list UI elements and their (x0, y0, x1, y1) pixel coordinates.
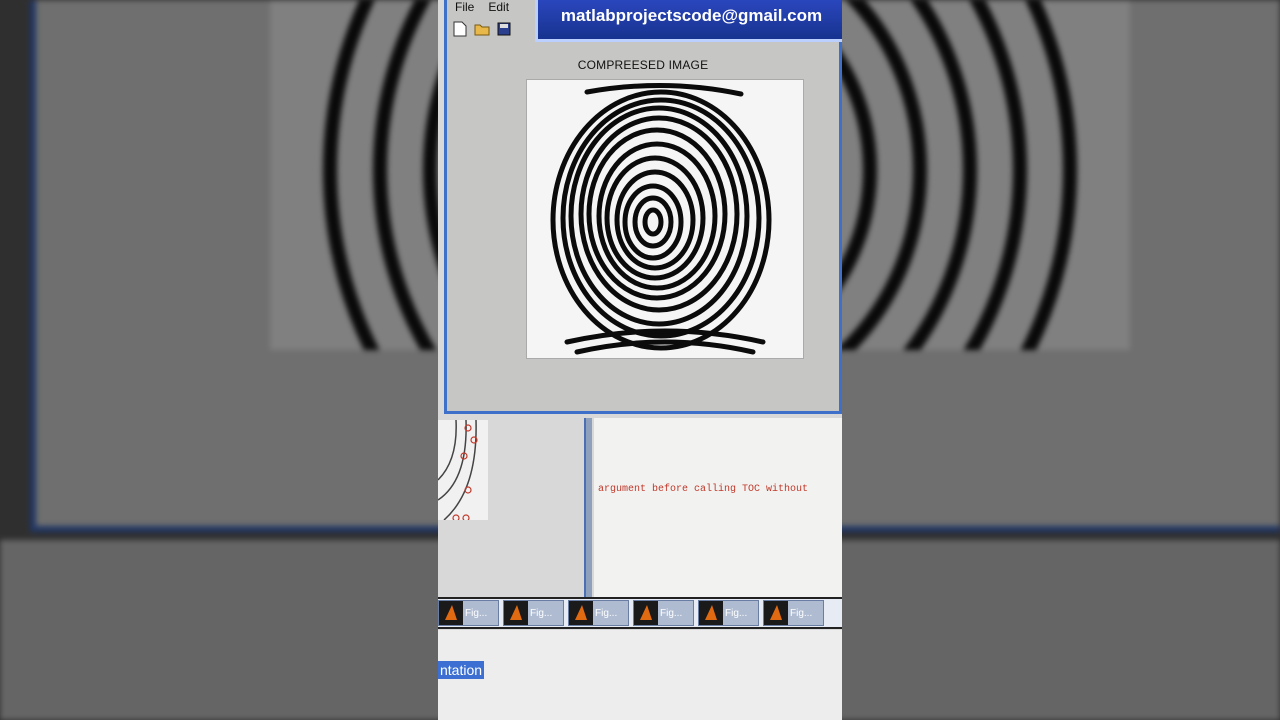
pane-divider[interactable] (584, 418, 592, 598)
taskbar-label: Fig... (725, 607, 748, 619)
taskbar: Fig... Fig... Fig... Fig... Fig... Fig..… (438, 597, 842, 629)
taskbar-label: Fig... (660, 607, 683, 619)
taskbar-label: Fig... (465, 607, 488, 619)
contact-banner: 096553209840 matlabprojectscode@gmail.co… (535, 0, 842, 42)
selected-text[interactable]: ntation (438, 661, 485, 679)
menu-file[interactable]: File (455, 0, 474, 18)
taskbar-figure-button[interactable]: Fig... (763, 600, 824, 626)
banner-email: matlabprojectscode@gmail.com (560, 6, 823, 25)
menu-edit[interactable]: Edit (488, 0, 509, 18)
new-file-icon[interactable] (451, 20, 469, 38)
error-message: argument before calling TOC without (598, 484, 809, 495)
open-folder-icon[interactable] (473, 20, 491, 38)
command-window[interactable]: argument before calling TOC without (594, 418, 842, 598)
taskbar-figure-button[interactable]: Fig... (568, 600, 629, 626)
screen-recording-strip: File Edit 096553209840 matlabprojectscod… (438, 0, 842, 720)
taskbar-figure-button[interactable]: Fig... (633, 600, 694, 626)
minutiae-thumbnail (438, 419, 488, 522)
taskbar-figure-button[interactable]: Fig... (698, 600, 759, 626)
matlab-icon (699, 601, 723, 625)
menu-bar: File Edit (447, 0, 537, 18)
taskbar-figure-button[interactable]: Fig... (438, 600, 499, 626)
taskbar-figure-button[interactable]: Fig... (503, 600, 564, 626)
compressed-fingerprint-image (527, 80, 803, 358)
taskbar-label: Fig... (530, 607, 553, 619)
image-title: COMPREESED IMAGE (577, 58, 709, 72)
matlab-icon (764, 601, 788, 625)
save-disk-icon[interactable] (495, 20, 513, 38)
taskbar-label: Fig... (595, 607, 618, 619)
matlab-icon (634, 601, 658, 625)
editor-area[interactable] (438, 630, 842, 720)
matlab-icon (504, 601, 528, 625)
matlab-icon (569, 601, 593, 625)
matlab-icon (439, 601, 463, 625)
figure-window: File Edit 096553209840 matlabprojectscod… (444, 0, 842, 414)
figure-toolbar (449, 20, 533, 42)
banner-phone: 096553209840 (538, 0, 842, 4)
taskbar-label: Fig... (790, 607, 813, 619)
